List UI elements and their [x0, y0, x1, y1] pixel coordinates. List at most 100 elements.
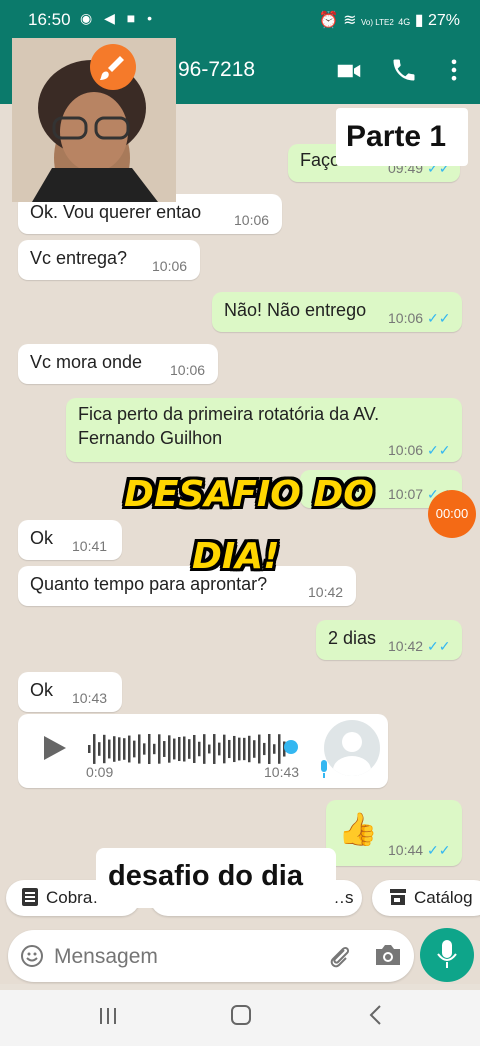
- message-text: Vc entrega?: [30, 248, 128, 268]
- message-time: 10:43: [72, 690, 108, 706]
- waveform-bar: [208, 744, 211, 754]
- phone-icon[interactable]: [390, 56, 422, 88]
- audio-waveform[interactable]: [88, 732, 298, 766]
- play-icon[interactable]: [42, 734, 68, 767]
- home-icon[interactable]: [230, 1004, 252, 1031]
- chip-label: Catálog: [414, 888, 473, 907]
- waveform-bar: [118, 737, 121, 761]
- message-bubble[interactable]: Quanto tempo para aprontar? 10:42: [18, 566, 356, 606]
- mic-button[interactable]: [420, 928, 474, 982]
- message-time: 10:42 ✓✓: [388, 638, 451, 654]
- caption-text: desafio do dia: [108, 860, 303, 892]
- message-time: 10:06 ✓✓: [388, 442, 451, 458]
- message-text: Ok: [30, 528, 54, 548]
- message-time: 10:44 ✓✓: [388, 842, 451, 858]
- contact-name[interactable]: 96-7218: [178, 58, 255, 82]
- back-icon[interactable]: [366, 1004, 386, 1031]
- waveform-bar: [203, 734, 206, 764]
- waveform-bar: [183, 736, 186, 762]
- message-bubble[interactable]: Não! Não entrego 10:06 ✓✓: [212, 292, 462, 332]
- waveform-bar: [113, 736, 116, 762]
- audio-duration: 0:09: [86, 764, 114, 780]
- message-time: 10:41: [72, 538, 108, 554]
- waveform-bar: [238, 737, 241, 761]
- recents-icon[interactable]: [98, 1006, 118, 1031]
- waveform-bar: [98, 742, 101, 756]
- waveform-bar: [143, 743, 146, 755]
- waveform-bar: [228, 739, 231, 759]
- message-input[interactable]: [52, 940, 306, 974]
- document-icon: [22, 888, 38, 906]
- waveform-bar: [88, 745, 91, 753]
- status-right: ⏰ ≋ Vo) LTE2 4G ▮ 27%: [318, 12, 460, 29]
- waveform-bar: [93, 734, 96, 764]
- camera-icon[interactable]: [374, 942, 402, 973]
- waveform-bar: [163, 741, 166, 757]
- message-text: Ok. Vou querer entao: [30, 202, 202, 222]
- message-bubble[interactable]: Ok 10:43: [18, 672, 122, 712]
- brush-icon[interactable]: [90, 44, 136, 90]
- waveform-bar: [158, 734, 161, 764]
- status-time: 16:50: [28, 10, 71, 29]
- part-label-text: Parte 1: [346, 120, 447, 153]
- battery-level: 27%: [427, 12, 460, 29]
- waveform-bar: [253, 740, 256, 758]
- waveform-bar: [263, 742, 266, 756]
- waveform-bar: [123, 738, 126, 760]
- waveform-bar: [168, 735, 171, 763]
- waveform-bar: [128, 735, 131, 763]
- waveform-bar: [153, 743, 156, 755]
- message-bubble[interactable]: Ok 10:41: [18, 520, 122, 560]
- message-bubble[interactable]: 👍 10:44 ✓✓: [326, 800, 462, 866]
- network-label: 4G: [398, 17, 411, 27]
- message-composer[interactable]: [8, 930, 414, 982]
- message-bubble[interactable]: 2 dias 10:42 ✓✓: [316, 620, 462, 660]
- waveform-bar: [213, 734, 216, 764]
- waveform-bar: [273, 744, 276, 754]
- message-text: Fica perto da primeira rotatória da AV.: [78, 404, 380, 424]
- waveform-bar: [188, 739, 191, 759]
- waveform-bar: [193, 734, 196, 764]
- mic-small-icon: [318, 760, 330, 785]
- system-navbar: [0, 990, 480, 1046]
- waveform-bar: [268, 734, 271, 764]
- message-text: Não! Não entrego: [224, 300, 367, 320]
- attach-icon[interactable]: [326, 942, 352, 975]
- waveform-bar: [108, 739, 111, 759]
- emoji-message: 👍: [338, 811, 378, 847]
- video-call-icon[interactable]: [334, 56, 366, 88]
- waveform-bar: [178, 736, 181, 762]
- message-text-line2: Fernando Guilhon: [78, 428, 223, 448]
- video-caption: desafio do dia: [96, 848, 336, 908]
- part-label: Parte 1: [336, 108, 468, 166]
- waveform-bar: [223, 734, 226, 764]
- audio-message[interactable]: 0:09 10:43: [18, 714, 388, 788]
- waveform-bar: [233, 735, 236, 763]
- challenge-title-line2: DIA!: [192, 536, 280, 577]
- more-vert-icon[interactable]: [440, 56, 472, 88]
- challenge-title-line1: DESAFIO DO: [124, 474, 374, 515]
- waveform-bar: [243, 737, 246, 761]
- notification-icons: ◉ ◀ ■ •: [80, 10, 157, 26]
- waveform-bar: [248, 735, 251, 763]
- waveform-bar: [173, 738, 176, 760]
- message-text: Quanto tempo para aprontar?: [30, 574, 268, 594]
- message-bubble[interactable]: Fica perto da primeira rotatória da AV. …: [66, 398, 462, 462]
- audio-progress-knob[interactable]: [284, 740, 298, 754]
- avatar: [324, 720, 380, 776]
- message-text: Vc mora onde: [30, 352, 143, 372]
- message-bubble[interactable]: Vc mora onde 10:06: [18, 344, 218, 384]
- emoji-icon[interactable]: [20, 944, 44, 973]
- waveform-bar: [103, 734, 106, 764]
- carrier-label: Vo) LTE2: [361, 18, 394, 27]
- message-text: 2 dias: [328, 628, 377, 648]
- chip-catalogo[interactable]: Catálog: [372, 880, 480, 916]
- message-text: Ok: [30, 680, 54, 700]
- waveform-bar: [133, 740, 136, 758]
- mic-icon: [437, 940, 457, 975]
- waveform-bar: [148, 734, 151, 764]
- timer-badge[interactable]: 00:00: [428, 490, 476, 538]
- waveform-bar: [278, 734, 281, 764]
- message-bubble[interactable]: Vc entrega? 10:06: [18, 240, 200, 280]
- message-time: 10:06: [234, 212, 270, 228]
